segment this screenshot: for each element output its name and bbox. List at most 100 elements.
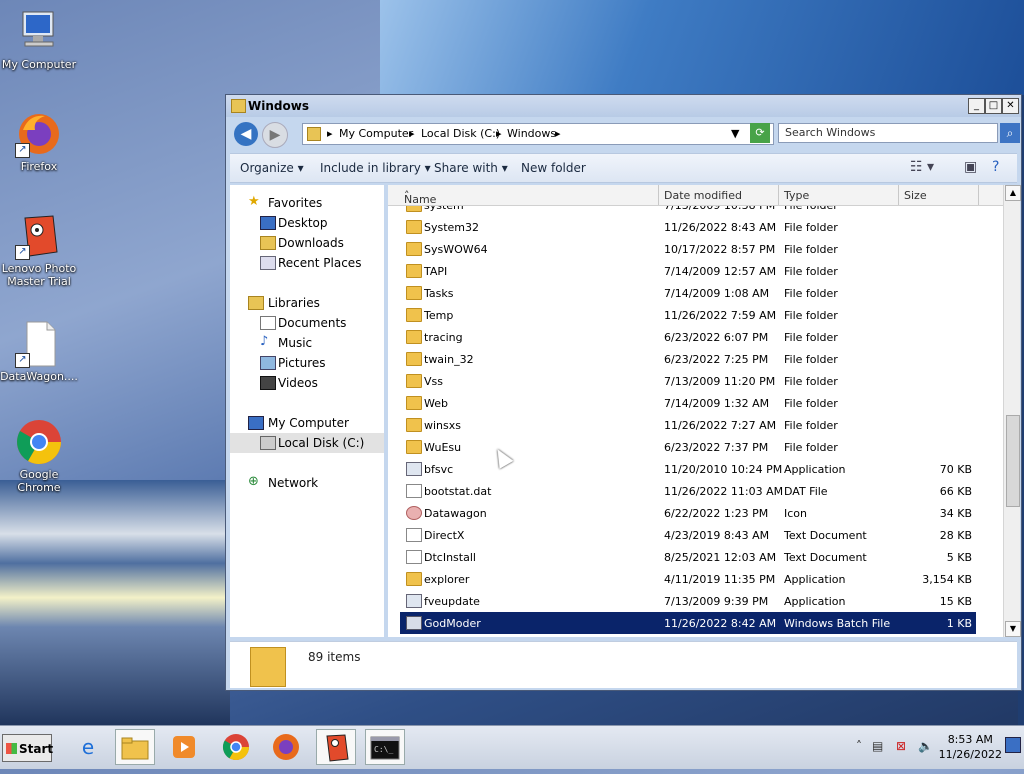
desktop-icon-my-computer[interactable]: My Computer [0, 8, 78, 71]
firefox-icon[interactable] [266, 729, 306, 765]
file-row[interactable]: WuEsu 6/23/2022 7:37 PM File folder [400, 436, 976, 458]
nav-favorites[interactable]: ★ Favorites [230, 193, 384, 213]
nav-local-disk[interactable]: Local Disk (C:) [230, 433, 384, 453]
column-name[interactable]: Name ˄ [404, 189, 436, 206]
start-button[interactable]: Start [2, 734, 53, 762]
nav-recent-places[interactable]: Recent Places [230, 253, 384, 273]
file-row[interactable]: System32 11/26/2022 8:43 AM File folder [400, 216, 976, 238]
minimize-button[interactable]: _ [968, 98, 985, 114]
clock[interactable]: 8:53 AM 11/26/2022 [939, 732, 1002, 762]
nav-desktop[interactable]: Desktop [230, 213, 384, 233]
lenovo-photo-icon[interactable] [316, 729, 356, 765]
file-row[interactable]: explorer 4/11/2019 11:35 PM Application 3,1… [400, 568, 976, 590]
back-button[interactable]: ◀ [234, 122, 258, 146]
file-row[interactable]: winsxs 11/26/2022 7:27 AM File folder [400, 414, 976, 436]
folder-icon [250, 647, 286, 687]
file-row[interactable]: fveupdate 7/13/2009 9:39 PM Application 15 … [400, 590, 976, 612]
nav-label: Pictures [278, 356, 326, 370]
scroll-thumb[interactable] [1006, 415, 1020, 507]
file-date: 11/26/2022 7:59 AM [664, 309, 777, 322]
nav-label: Local Disk (C:) [278, 436, 365, 450]
share-with-button[interactable]: Share with ▾ [434, 161, 508, 175]
nav-libraries[interactable]: Libraries [230, 293, 384, 313]
preview-pane-icon[interactable]: ▣ [964, 159, 977, 175]
file-row[interactable]: Tasks 7/14/2009 1:08 AM File folder [400, 282, 976, 304]
file-type: File folder [784, 419, 838, 432]
vertical-scrollbar[interactable]: ▲ ▼ [1003, 185, 1021, 637]
network-error-icon[interactable]: ⊠ [896, 739, 906, 753]
nav-network[interactable]: ⊕ Network [230, 473, 384, 493]
column-divider[interactable] [898, 185, 899, 205]
nav-videos[interactable]: Videos [230, 373, 384, 393]
refresh-icon[interactable]: ⟳ [750, 123, 770, 143]
file-row[interactable]: TAPI 7/14/2009 12:57 AM File folder [400, 260, 976, 282]
recent-places-icon [260, 256, 276, 270]
nav-downloads[interactable]: Downloads [230, 233, 384, 253]
file-list: system7/13/2009 10:38 PMFile folderSyste… [388, 206, 1004, 636]
file-row[interactable]: bootstat.dat 11/26/2022 11:03 AM DAT File 6… [400, 480, 976, 502]
file-row[interactable]: DtcInstall 8/25/2021 12:03 AM Text Documen… [400, 546, 976, 568]
file-row[interactable]: Temp 11/26/2022 7:59 AM File folder [400, 304, 976, 326]
file-name: winsxs [424, 419, 461, 432]
nav-my-computer[interactable]: My Computer [230, 413, 384, 433]
action-center-icon[interactable]: ▤ [872, 739, 883, 753]
file-row[interactable]: bfsvc 11/20/2010 10:24 PM Application 70 KB [400, 458, 976, 480]
scroll-up-icon[interactable]: ▲ [1005, 185, 1021, 201]
file-date: 7/14/2009 12:57 AM [664, 265, 777, 278]
column-size[interactable]: Size [904, 189, 927, 202]
search-icon[interactable]: ⌕ [1000, 123, 1020, 143]
file-name: fveupdate [424, 595, 480, 608]
nav-pictures[interactable]: Pictures [230, 353, 384, 373]
file-row[interactable]: DirectX 4/23/2019 8:43 AM Text Document 28 … [400, 524, 976, 546]
file-row[interactable]: Web 7/14/2009 1:32 AM File folder [400, 392, 976, 414]
help-icon[interactable]: ? [992, 159, 999, 175]
share-label: Share with [434, 161, 498, 175]
maximize-button[interactable]: □ [985, 98, 1002, 114]
forward-button[interactable]: ▶ [262, 122, 288, 148]
breadcrumb-windows[interactable]: Windows [507, 127, 556, 140]
scroll-down-icon[interactable]: ▼ [1005, 621, 1021, 637]
column-date-modified[interactable]: Date modified [664, 189, 742, 202]
file-type: File folder [784, 221, 838, 234]
file-row[interactable]: GodModer 11/26/2022 8:42 AM Windows Batch … [400, 612, 976, 634]
chrome-icon[interactable] [216, 729, 256, 765]
search-input[interactable]: Search Windows [778, 123, 998, 143]
desktop-icon-chrome[interactable]: Google Chrome [0, 418, 78, 494]
chevron-down-icon[interactable]: ▼ [731, 127, 739, 140]
nav-documents[interactable]: Documents [230, 313, 384, 333]
desktop-icon-firefox[interactable]: ↗ Firefox [0, 110, 78, 173]
file-row[interactable]: twain_32 6/23/2022 7:25 PM File folder [400, 348, 976, 370]
file-date: 6/23/2022 7:25 PM [664, 353, 769, 366]
show-desktop-button[interactable] [1005, 737, 1021, 753]
address-row: ◀ ▶ ▸ My Computer ▸ Local Disk (C:) ▸ Wi… [230, 121, 1020, 148]
cmd-icon[interactable]: C:\_ [365, 729, 405, 765]
file-row[interactable]: tracing 6/23/2022 6:07 PM File folder [400, 326, 976, 348]
file-row[interactable]: system 7/13/2009 10:38 PM File folder [400, 206, 976, 216]
view-options-icon[interactable]: ☷ ▾ [910, 159, 934, 175]
column-type[interactable]: Type [784, 189, 809, 202]
breadcrumb-my-computer[interactable]: My Computer [339, 127, 413, 140]
media-player-icon[interactable] [164, 729, 204, 765]
column-divider[interactable] [978, 185, 979, 205]
address-bar[interactable]: ▸ My Computer ▸ Local Disk (C:) ▸ Window… [302, 123, 774, 145]
new-folder-button[interactable]: New folder [521, 161, 586, 175]
breadcrumb-local-disk[interactable]: Local Disk (C:) [421, 127, 500, 140]
file-size: 3,154 KB [922, 573, 972, 586]
file-row[interactable]: Datawagon 6/22/2022 1:23 PM Icon 34 KB [400, 502, 976, 524]
explorer-icon[interactable] [115, 729, 155, 765]
organize-button[interactable]: Organize ▾ [240, 161, 304, 175]
desktop-icon-datawagon[interactable]: ↗ DataWagon.... [0, 320, 78, 383]
file-date: 7/13/2009 9:39 PM [664, 595, 769, 608]
volume-icon[interactable]: 🔈 [918, 739, 933, 753]
desktop-icon-lenovo-photo[interactable]: ↗ Lenovo Photo Master Trial [0, 212, 78, 288]
close-button[interactable]: ✕ [1002, 98, 1019, 114]
file-row[interactable]: SysWOW64 10/17/2022 8:57 PM File folder [400, 238, 976, 260]
column-divider[interactable] [658, 185, 659, 205]
include-in-library-button[interactable]: Include in library ▾ [320, 161, 431, 175]
file-row[interactable]: Vss 7/13/2009 11:20 PM File folder [400, 370, 976, 392]
show-hidden-icons-icon[interactable]: ˄ [856, 739, 862, 753]
ie-icon[interactable]: e [68, 729, 108, 765]
nav-music[interactable]: ♪ Music [230, 333, 384, 353]
window-titlebar[interactable]: Windows _ □ ✕ [226, 95, 1021, 117]
column-divider[interactable] [778, 185, 779, 205]
